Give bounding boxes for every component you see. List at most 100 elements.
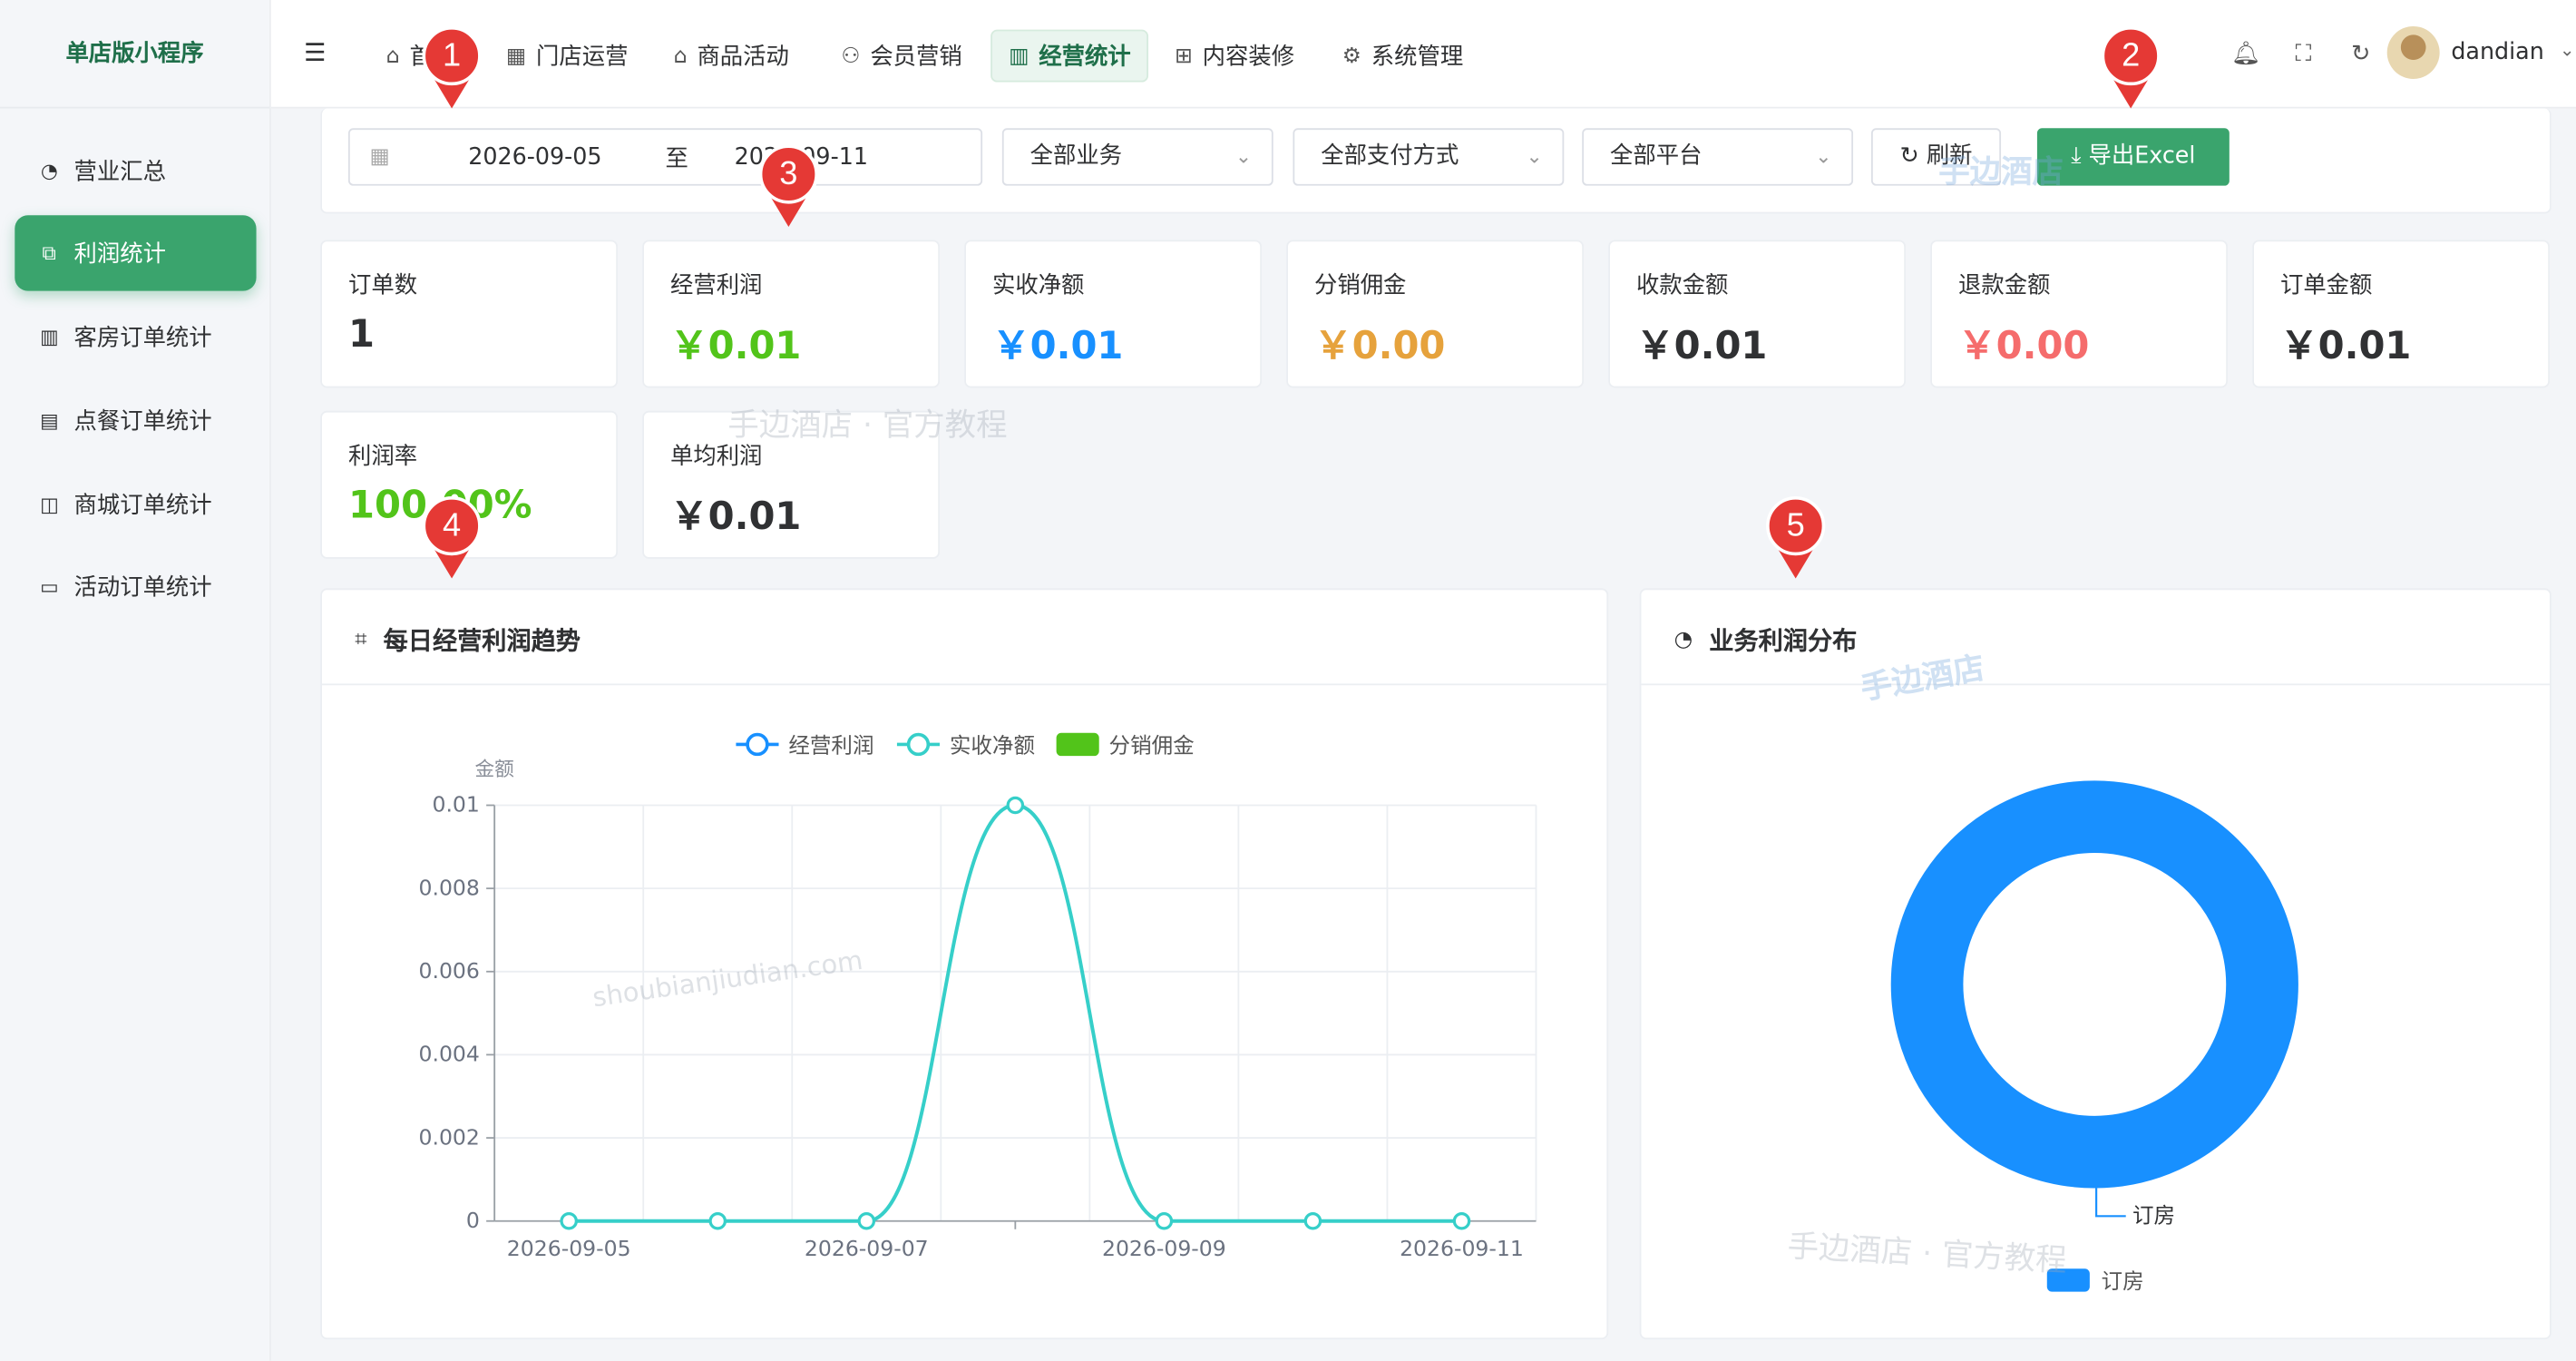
stat-label: 订单数 [347,272,418,299]
annotation-marker-2: 2 [2098,25,2163,109]
tab-business-stats[interactable]: ▥ 经营统计 [990,29,1149,83]
export-excel-button[interactable]: ⤓ 导出Excel [2036,128,2230,186]
pie-chart: 订房订房 [1890,780,2298,1294]
x-tick-label: 2026-09-05 [507,1236,631,1261]
series-line [569,803,1462,1223]
trend-chart-legend: 经营利润 实收净额 分销佣金 [736,733,1195,759]
stat-label: 退款金额 [1957,272,2051,299]
shop-icon: ⌂ [673,43,688,69]
legend-label: 经营利润 [788,733,873,759]
legend-label: 分销佣金 [1109,733,1195,759]
refresh-icon[interactable]: ↻ [2346,39,2376,69]
fullscreen-icon[interactable]: ⛶ [2288,39,2318,69]
stat-label: 分销佣金 [1313,272,1407,299]
marker-number: 5 [1766,495,1826,556]
trend-chart: 经营利润 实收净额 分销佣金 金额 0 0.002 0.004 0.006 0.008 0.0… [419,733,1537,1261]
stats-icon: ▥ [1009,43,1029,69]
stat-value: ￥0.01 [669,495,802,540]
layout-icon: ⊞ [1175,43,1193,69]
pie-chart-icon: ◔ [1673,627,1693,653]
stat-card-commission: 分销佣金 ￥0.00 [1286,240,1585,388]
tab-member-marketing[interactable]: ⚇ 会员营销 [825,30,979,83]
trend-chart-panel: ⌗ 每日经营利润趋势 经营利润 实收净额 分销佣金 金额 0 0.002 0.004 0.… [320,588,1609,1340]
home-icon: ⌂ [385,43,400,69]
business-select-value: 全部业务 [1029,142,1123,170]
data-point [1155,1211,1174,1230]
annotation-marker-3: 3 [756,144,821,227]
tab-product-activity[interactable]: ⌂ 商品活动 [657,30,805,83]
marker-number: 2 [2101,25,2161,86]
sidebar-item-label: 商城订单统计 [73,493,212,520]
app-root: 单店版小程序 ◔ 营业汇总 ⧉ 利润统计 ▥ 客房订单统计 ▤ 点餐订单统计 ◫… [0,0,2576,1361]
sidebar-item-label: 营业汇总 [73,159,166,186]
annotation-marker-5: 5 [1762,495,1828,579]
bell-icon[interactable]: 🔔︎ [2231,39,2261,69]
refresh-icon: ↻ [1899,142,1927,170]
bar-chart-icon: ▥ [40,325,59,348]
distribution-chart-panel: ◔ 业务利润分布 订房 订房 [1639,588,2552,1340]
annotation-marker-4: 4 [419,495,484,579]
stat-card-avg-profit: 单均利润 ￥0.01 [642,410,941,559]
tab-system-admin[interactable]: ⚙ 系统管理 [1326,30,1480,83]
tab-content-decoration[interactable]: ⊞ 内容装修 [1158,30,1311,83]
data-point [560,1211,578,1230]
gear-icon: ⚙ [1342,43,1361,69]
x-tick-label: 2026-09-07 [805,1236,929,1261]
food-icon: ▤ [40,408,59,433]
stat-card-refund-amount: 退款金额 ￥0.00 [1930,240,2229,388]
tab-label: 商品活动 [697,44,789,71]
chart-grid [493,804,1537,1222]
sidebar-item-room-orders[interactable]: ▥ 客房订单统计 [15,299,256,375]
sidebar-item-business-summary[interactable]: ◔ 营业汇总 [15,133,256,209]
start-date-input[interactable]: 2026-09-05 [468,143,665,170]
payment-select-value: 全部支付方式 [1321,142,1459,170]
stat-value: ￥0.01 [991,325,1124,368]
business-select[interactable]: 全部业务 ⌄ [1001,128,1273,186]
tab-label: 经营统计 [1039,44,1131,71]
platform-select[interactable]: 全部平台 ⌄ [1582,128,1854,186]
stat-card-order-amount: 订单金额 ￥0.01 [2252,240,2551,388]
payment-select[interactable]: 全部支付方式 ⌄ [1293,128,1565,186]
y-tick-label: 0 [466,1208,480,1233]
sidebar-item-profit-stats[interactable]: ⧉ 利润统计 [15,215,257,291]
filter-bar: ▦ 2026-09-05 至 2026-09-11 全部业务 ⌄ 全部支付方式 … [320,108,2552,214]
dashboard-icon: ◔ [40,159,58,183]
stat-label: 利润率 [347,444,418,471]
y-axis-title: 金额 [474,759,514,781]
slice-label-leader [2095,1188,2126,1218]
sidebar-item-activity-orders[interactable]: ▭ 活动订单统计 [15,549,256,624]
tab-label: 系统管理 [1371,44,1464,71]
collapse-menu-icon[interactable]: ☰ [304,39,334,65]
marker-number: 4 [422,495,482,556]
chart-series [560,796,1471,1230]
avatar[interactable] [2386,25,2440,79]
y-tick-label: 0.006 [419,958,480,984]
tab-label: 内容装修 [1202,44,1295,71]
sidebar: 单店版小程序 ◔ 营业汇总 ⧉ 利润统计 ▥ 客房订单统计 ▤ 点餐订单统计 ◫… [0,0,271,1361]
stat-label: 单均利润 [669,444,763,471]
chevron-down-icon: ⌄ [1234,144,1253,168]
legend-label: 订房 [2102,1268,2144,1294]
sidebar-item-mall-orders[interactable]: ◫ 商城订单统计 [15,466,256,542]
tab-label: 门店运营 [535,44,629,71]
sidebar-item-food-orders[interactable]: ▤ 点餐订单统计 [15,383,256,458]
date-range-picker[interactable]: ▦ 2026-09-05 至 2026-09-11 [347,128,983,186]
stat-label: 实收净额 [991,272,1085,299]
calendar-icon: ▦ [369,144,390,170]
tab-store-ops[interactable]: ▦ 门店运营 [490,30,645,83]
username[interactable]: dandian [2451,39,2543,65]
platform-select-value: 全部平台 [1609,142,1703,170]
data-point [1006,796,1025,815]
pie-slice [1890,780,2298,1189]
legend-label: 实收净额 [950,733,1035,759]
data-point [1452,1211,1471,1230]
chevron-down-icon[interactable]: ⌄ [2560,39,2575,61]
pie-title-text: 业务利润分布 [1709,626,1858,656]
x-tick-label: 2026-09-09 [1102,1236,1226,1261]
y-tick-label: 0.01 [432,792,479,818]
refresh-button[interactable]: ↻ 刷新 [1870,128,2002,186]
stat-label: 经营利润 [669,272,763,299]
range-separator: 至 [665,145,688,172]
tab-label: 会员营销 [870,44,962,71]
stat-card-operating-profit: 经营利润 ￥0.01 [642,240,941,388]
